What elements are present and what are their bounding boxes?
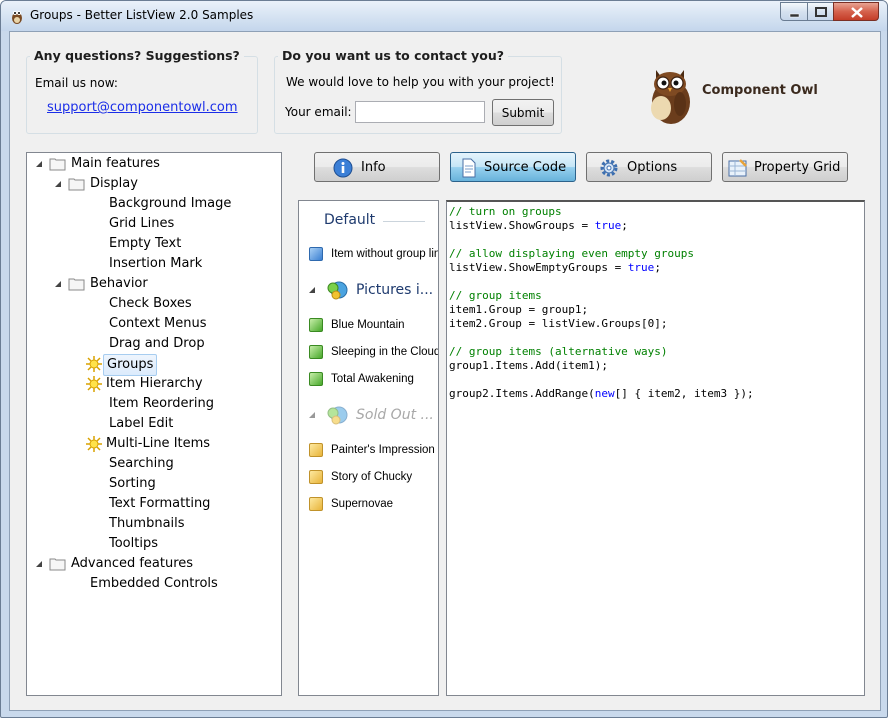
new-feature-sun-icon [86, 376, 102, 392]
expanded-arrow-icon [309, 287, 315, 293]
tree-node-label-edit[interactable]: Label Edit [106, 414, 176, 434]
item-square-icon [309, 345, 323, 359]
expanded-arrow-icon [36, 561, 42, 567]
item-square-icon [309, 443, 323, 457]
tree-node-insertion-mark[interactable]: Insertion Mark [106, 254, 205, 274]
document-icon [462, 158, 476, 178]
list-item[interactable]: Blue Mountain [309, 316, 438, 334]
code-line: listView.ShowGroups = true; [449, 219, 628, 232]
source-code-button[interactable]: Source Code [450, 152, 576, 182]
minimize-icon [789, 13, 800, 18]
tree-node-text-formatting[interactable]: Text Formatting [106, 494, 213, 514]
info-icon [333, 158, 353, 178]
window-title: Groups - Better ListView 2.0 Samples [30, 8, 254, 22]
list-item[interactable]: Sleeping in the Cloud [309, 343, 438, 361]
code-line: item1.Group = group1; [449, 303, 589, 316]
minimize-button[interactable] [780, 2, 808, 21]
code-line: group1.Items.Add(item1); [449, 359, 608, 372]
item-square-icon [309, 247, 323, 261]
maximize-button[interactable] [807, 2, 834, 21]
group-header-pictures[interactable]: Pictures i... [299, 278, 438, 304]
client-area: Any questions? Suggestions? Email us now… [9, 31, 881, 711]
list-item[interactable]: Painter's Impression [309, 441, 438, 459]
contact-help-text: We would love to help you with your proj… [286, 75, 555, 89]
list-item[interactable]: Total Awakening [309, 370, 438, 388]
property-grid-icon [728, 159, 747, 177]
globe-people-icon [327, 281, 348, 300]
close-icon [851, 7, 863, 18]
tree-node-context-menus[interactable]: Context Menus [106, 314, 210, 334]
grouped-list-view[interactable]: Default Item without group lin Pictures … [298, 200, 439, 696]
new-feature-sun-icon [86, 356, 102, 372]
tree-node-grid-lines[interactable]: Grid Lines [106, 214, 177, 234]
folder-icon [68, 278, 85, 291]
options-button[interactable]: Options [586, 152, 712, 182]
code-line: group2.Items.AddRange(new[] { item2, ite… [449, 387, 754, 400]
property-grid-button[interactable]: Property Grid [722, 152, 848, 182]
item-square-icon [309, 372, 323, 386]
app-window: Groups - Better ListView 2.0 Samples Any… [0, 0, 888, 718]
tree-node-thumbnails[interactable]: Thumbnails [106, 514, 188, 534]
title-bar[interactable]: Groups - Better ListView 2.0 Samples [1, 1, 887, 31]
questions-groupbox [26, 56, 258, 134]
code-line: // group items [449, 289, 542, 302]
new-feature-sun-icon [86, 436, 102, 452]
item-square-icon [309, 318, 323, 332]
folder-icon [49, 558, 66, 571]
globe-people-icon [327, 406, 348, 425]
item-square-icon [309, 497, 323, 511]
submit-button[interactable]: Submit [492, 99, 554, 126]
tree-node-sorting[interactable]: Sorting [106, 474, 159, 494]
code-line: item2.Group = listView.Groups[0]; [449, 317, 668, 330]
source-code-view[interactable]: // turn on groups listView.ShowGroups = … [446, 200, 865, 696]
maximize-icon [815, 7, 827, 17]
tree-node-embedded-controls[interactable]: Embedded Controls [87, 574, 221, 594]
info-button[interactable]: Info [314, 152, 440, 182]
list-item[interactable]: Supernovae [309, 495, 438, 513]
expanded-arrow-icon [55, 281, 61, 287]
expanded-arrow-icon [309, 412, 315, 418]
close-button[interactable] [833, 2, 879, 21]
expanded-arrow-icon [55, 181, 61, 187]
list-item[interactable]: Story of Chucky [309, 468, 438, 486]
tree-node-empty-text[interactable]: Empty Text [106, 234, 184, 254]
item-square-icon [309, 470, 323, 484]
code-line: // allow displaying even empty groups [449, 247, 695, 260]
tree-node-item-reordering[interactable]: Item Reordering [106, 394, 217, 414]
expanded-arrow-icon [36, 161, 42, 167]
folder-icon [68, 178, 85, 191]
owl-logo-icon [651, 70, 690, 124]
gear-icon [600, 159, 618, 177]
tree-node-drag-and-drop[interactable]: Drag and Drop [106, 334, 208, 354]
code-line: listView.ShowEmptyGroups = true; [449, 261, 661, 274]
code-line: // group items (alternative ways) [449, 345, 668, 358]
support-email-link[interactable]: support@componentowl.com [47, 100, 238, 115]
contact-title: Do you want us to contact you? [278, 48, 509, 63]
email-input[interactable] [355, 101, 485, 123]
tree-node-check-boxes[interactable]: Check Boxes [106, 294, 195, 314]
tree-node-background-image[interactable]: Background Image [106, 194, 234, 214]
feature-tree[interactable]: Main features Display Background Image G… [26, 152, 282, 696]
owl-app-icon [12, 11, 22, 24]
group-header-sold-out[interactable]: Sold Out ... [299, 403, 438, 429]
tree-node-tooltips[interactable]: Tooltips [106, 534, 161, 554]
email-us-label: Email us now: [35, 76, 118, 90]
folder-icon [49, 158, 66, 171]
list-item[interactable]: Item without group lin [309, 245, 438, 263]
code-line: // turn on groups [449, 205, 562, 218]
questions-title: Any questions? Suggestions? [30, 48, 244, 63]
group-divider [383, 221, 425, 222]
tree-node-searching[interactable]: Searching [106, 454, 177, 474]
brand-name: Component Owl [702, 83, 818, 98]
your-email-label: Your email: [285, 105, 352, 119]
group-header-default[interactable]: Default [299, 209, 438, 235]
